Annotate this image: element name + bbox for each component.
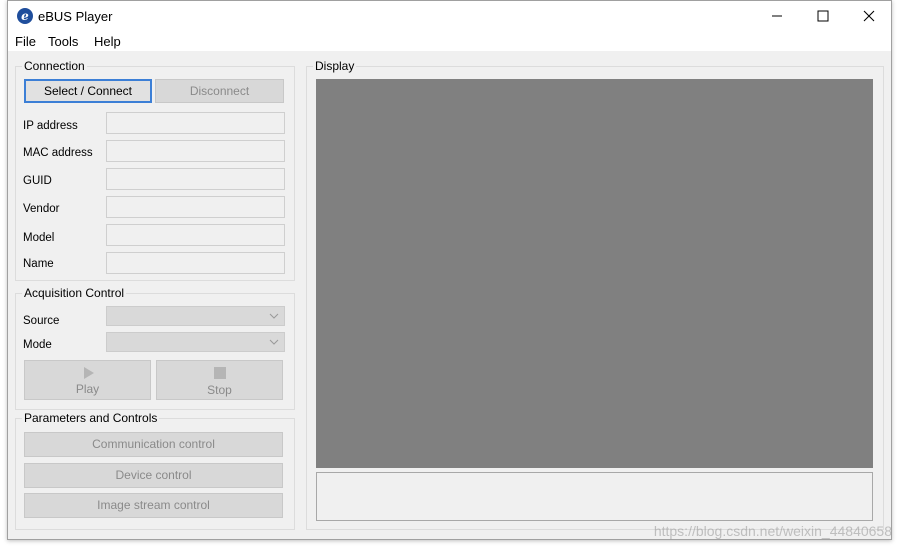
source-select[interactable] <box>106 306 285 326</box>
minimize-button[interactable] <box>754 1 800 31</box>
watermark: https://blog.csdn.net/weixin_44840658 <box>653 523 892 539</box>
menu-file[interactable]: File <box>15 34 36 49</box>
vendor-field <box>106 196 285 218</box>
acquisition-title: Acquisition Control <box>24 286 125 300</box>
ip-address-label: IP address <box>23 120 78 132</box>
ip-address-field <box>106 112 285 134</box>
maximize-button[interactable] <box>800 1 846 31</box>
chevron-down-icon <box>269 313 279 319</box>
parameters-title: Parameters and Controls <box>24 411 158 425</box>
mode-select[interactable] <box>106 332 285 352</box>
menu-tools[interactable]: Tools <box>48 34 78 49</box>
stop-label: Stop <box>207 383 232 397</box>
video-display[interactable] <box>316 79 873 468</box>
disconnect-button[interactable]: Disconnect <box>155 79 284 103</box>
device-control-button[interactable]: Device control <box>24 463 283 488</box>
display-title: Display <box>315 59 355 73</box>
mac-address-label: MAC address <box>23 147 93 159</box>
maximize-icon <box>817 10 829 22</box>
mode-label: Mode <box>23 339 52 351</box>
play-icon <box>84 367 94 379</box>
play-button[interactable]: Play <box>24 360 151 400</box>
chevron-down-icon <box>269 339 279 345</box>
app-logo-icon: e <box>17 8 33 24</box>
window-title: eBUS Player <box>38 9 113 24</box>
play-label: Play <box>75 382 100 396</box>
app-window: e eBUS Player File Tools Help Connection… <box>7 0 892 540</box>
minimize-icon <box>772 15 782 17</box>
select-connect-button[interactable]: Select / Connect <box>24 79 152 103</box>
close-button[interactable] <box>846 1 892 31</box>
name-field <box>106 252 285 274</box>
guid-label: GUID <box>23 175 52 187</box>
status-panel <box>316 472 873 521</box>
model-field <box>106 224 285 246</box>
mac-address-field <box>106 140 285 162</box>
vendor-label: Vendor <box>23 203 60 215</box>
menu-help[interactable]: Help <box>94 34 121 49</box>
title-bar: e eBUS Player <box>8 1 891 31</box>
stop-icon <box>214 367 226 379</box>
stop-button[interactable]: Stop <box>156 360 283 400</box>
model-label: Model <box>23 232 55 244</box>
source-label: Source <box>23 315 60 327</box>
connection-title: Connection <box>24 59 85 73</box>
image-stream-control-button[interactable]: Image stream control <box>24 493 283 518</box>
menu-bar: File Tools Help <box>8 31 891 51</box>
name-label: Name <box>23 258 54 270</box>
guid-field <box>106 168 285 190</box>
communication-control-button[interactable]: Communication control <box>24 432 283 457</box>
close-icon <box>863 10 875 22</box>
